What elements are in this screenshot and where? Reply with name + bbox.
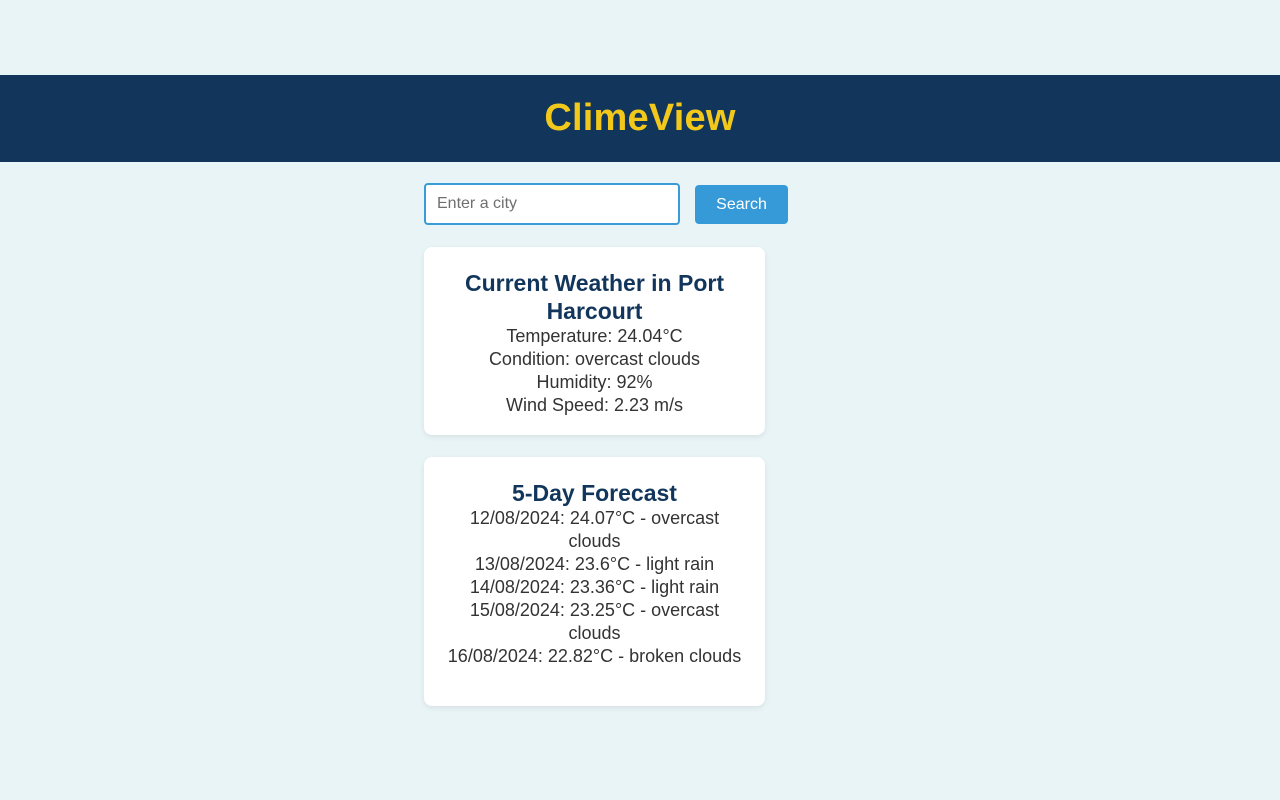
city-search-input[interactable] (424, 183, 680, 225)
app-header: ClimeView (0, 75, 1280, 162)
wind-speed-text: Wind Speed: 2.23 m/s (505, 395, 684, 415)
temperature-text: Temperature: 24.04°C (506, 326, 683, 346)
forecast-item: 13/08/2024: 23.6°C - light rain (474, 554, 715, 574)
search-button[interactable]: Search (695, 185, 788, 224)
forecast-list: 12/08/2024: 24.07°C - overcast clouds 13… (444, 507, 745, 668)
current-weather-card: Current Weather in Port Harcourt Tempera… (424, 247, 765, 435)
forecast-card: 5-Day Forecast 12/08/2024: 24.07°C - ove… (424, 457, 765, 706)
forecast-item: 14/08/2024: 23.36°C - light rain (469, 577, 720, 597)
forecast-item: 16/08/2024: 22.82°C - broken clouds (447, 646, 742, 666)
condition-text: Condition: overcast clouds (488, 349, 701, 369)
forecast-item: 15/08/2024: 23.25°C - overcast clouds (469, 600, 720, 643)
forecast-title: 5-Day Forecast (512, 480, 677, 506)
forecast-item: 12/08/2024: 24.07°C - overcast clouds (469, 508, 720, 551)
humidity-text: Humidity: 92% (536, 372, 653, 392)
current-weather-title: Current Weather in Port Harcourt (465, 270, 724, 324)
app-title: ClimeView (544, 97, 736, 139)
